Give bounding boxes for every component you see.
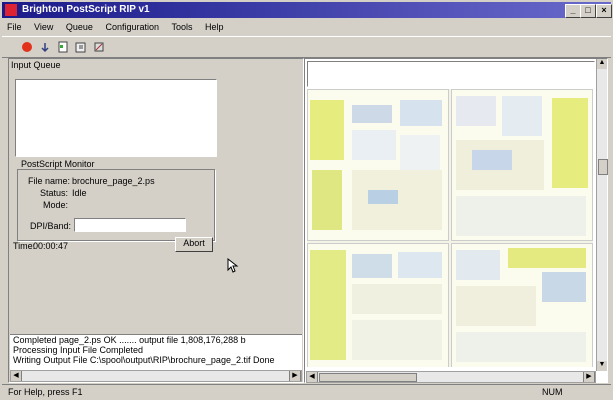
preview-page <box>307 89 449 241</box>
time-value: 00:00:47 <box>33 241 69 251</box>
file-name-value: brochure_page_2.ps <box>72 176 155 186</box>
minimize-button[interactable]: _ <box>565 4 581 18</box>
file-name-label: File name: <box>28 176 71 186</box>
scroll-left-icon[interactable]: ◀ <box>307 372 318 382</box>
window-title: Brighton PostScript RIP v1 <box>22 4 150 15</box>
scroll-thumb[interactable] <box>319 373 417 382</box>
dpi-label: DPI/Band: <box>30 221 72 231</box>
log-horizontal-scrollbar[interactable]: ◀ ▶ <box>10 370 302 382</box>
status-bar: For Help, press F1 NUM <box>2 384 611 399</box>
rendered-document-preview <box>307 89 593 367</box>
status-value: Idle <box>72 188 87 198</box>
preview-header <box>307 61 595 87</box>
input-queue-list[interactable] <box>15 79 217 157</box>
preview-page <box>451 89 593 241</box>
menu-file[interactable]: File <box>2 20 27 34</box>
status-text: For Help, press F1 <box>8 387 83 397</box>
menu-tools[interactable]: Tools <box>167 20 198 34</box>
monitor-group: File name: brochure_page_2.ps Status: Id… <box>17 169 215 241</box>
app-icon <box>5 4 17 16</box>
menu-help[interactable]: Help <box>200 20 229 34</box>
time-label: Time: <box>13 241 36 251</box>
menu-queue[interactable]: Queue <box>61 20 98 34</box>
preview-pane[interactable]: ▲ ▼ ◀ ▶ <box>304 58 608 383</box>
dpi-field[interactable] <box>74 218 186 232</box>
toolbar <box>2 36 611 58</box>
close-button[interactable]: × <box>596 4 612 18</box>
scroll-thumb[interactable] <box>598 159 608 175</box>
status-label: Status: <box>40 188 69 198</box>
scroll-left-icon[interactable]: ◀ <box>11 371 22 381</box>
log-line: Completed page_2.ps OK ....... output fi… <box>13 335 246 345</box>
mode-label: Mode: <box>43 200 69 210</box>
scroll-down-icon[interactable]: ▼ <box>597 361 607 371</box>
log-line: Processing Input File Completed <box>13 345 144 355</box>
settings-icon[interactable] <box>92 40 106 54</box>
left-pane: Input Queue PostScript Monitor File name… <box>8 58 304 383</box>
stop-icon[interactable] <box>20 40 34 54</box>
menu-view[interactable]: View <box>29 20 58 34</box>
mouse-cursor-icon <box>227 258 239 273</box>
preview-page <box>451 243 593 367</box>
scroll-right-icon[interactable]: ▶ <box>289 371 301 381</box>
maximize-button[interactable]: □ <box>580 4 596 18</box>
preview-horizontal-scrollbar[interactable]: ◀ ▶ <box>306 371 596 383</box>
monitor-group-label: PostScript Monitor <box>21 159 95 169</box>
abort-button[interactable]: Abort <box>175 237 213 252</box>
open-file-icon[interactable] <box>74 40 88 54</box>
document-icon[interactable] <box>56 40 70 54</box>
menu-configuration[interactable]: Configuration <box>100 20 164 34</box>
scroll-up-icon[interactable]: ▲ <box>597 59 607 69</box>
input-queue-label: Input Queue <box>11 60 61 70</box>
menu-bar: File View Queue Configuration Tools Help <box>2 20 611 36</box>
preview-page <box>307 243 449 367</box>
down-arrow-icon[interactable] <box>38 40 52 54</box>
num-lock-indicator: NUM <box>542 387 563 397</box>
scroll-right-icon[interactable]: ▶ <box>583 372 595 382</box>
title-bar: Brighton PostScript RIP v1 _ □ × <box>2 2 612 18</box>
abort-button-label: Abort <box>183 238 205 248</box>
log-line: Writing Output File C:\spool\output\RIP\… <box>13 355 275 365</box>
preview-vertical-scrollbar[interactable]: ▲ ▼ <box>596 59 608 371</box>
main-window: Brighton PostScript RIP v1 _ □ × File Vi… <box>0 0 613 400</box>
